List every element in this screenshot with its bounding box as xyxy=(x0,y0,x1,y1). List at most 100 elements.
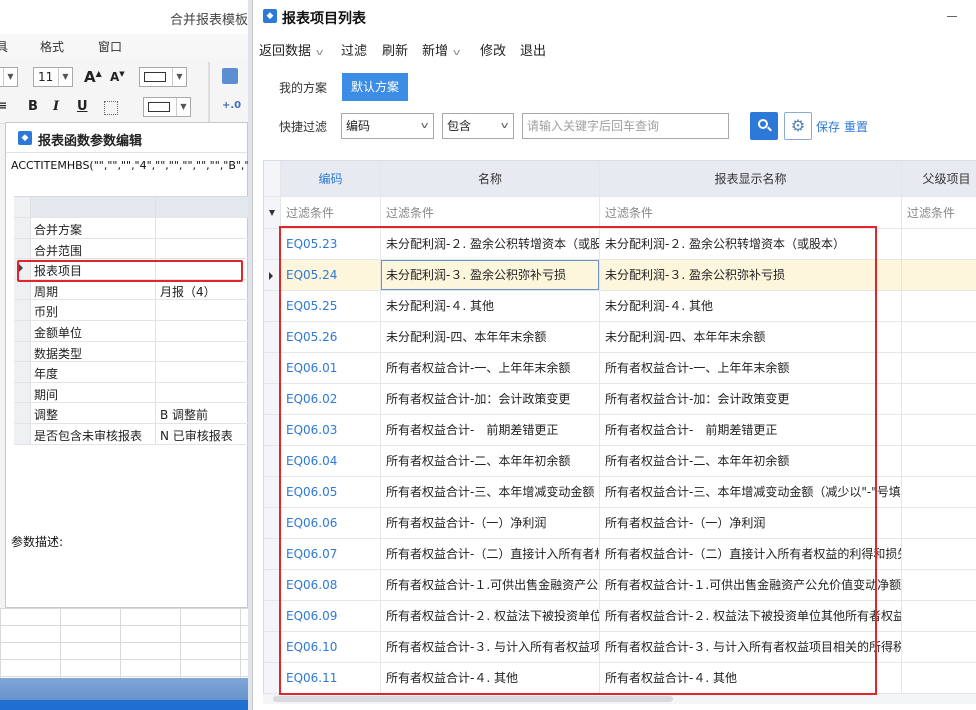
quick-filter-label: 快捷过滤 xyxy=(279,120,328,134)
font-name-select[interactable]: ▼ xyxy=(0,67,18,87)
param-row-red-highlight xyxy=(17,260,243,282)
default-scheme-button[interactable]: 默认方案 xyxy=(342,73,408,101)
save-scheme-link[interactable]: 保存 xyxy=(816,118,840,135)
format-painter-icon[interactable] xyxy=(222,68,238,84)
chevron-down-icon: v xyxy=(500,121,509,131)
cell-parent[interactable] xyxy=(902,229,976,259)
keyword-search-input[interactable] xyxy=(522,113,729,139)
scheme-row: 我的方案 默认方案 xyxy=(253,72,976,102)
ribbon-divider xyxy=(208,62,210,122)
fill-color-select[interactable]: ▼ xyxy=(143,97,191,117)
cell-parent[interactable] xyxy=(902,384,976,414)
fill-preview-icon xyxy=(148,102,170,112)
filter-settings-button[interactable]: ⚙ xyxy=(784,112,812,140)
border-style-select[interactable]: ▼ xyxy=(139,67,187,87)
bold-icon[interactable]: B xyxy=(28,99,38,114)
cell-parent[interactable] xyxy=(902,477,976,507)
italic-icon[interactable]: I xyxy=(53,99,59,114)
cell-parent[interactable] xyxy=(902,539,976,569)
chevron-down-icon: v xyxy=(452,48,461,58)
filter-funnel-icon xyxy=(269,210,275,216)
chevron-down-icon: v xyxy=(315,48,324,58)
column-header-parent[interactable]: 父级项目 xyxy=(902,161,976,196)
table-filter-row: 过滤条件 过滤条件 过滤条件 过滤条件 xyxy=(264,197,976,229)
reset-link[interactable]: 重置 xyxy=(844,118,868,135)
filter-operator-select[interactable]: 包含 v xyxy=(442,113,514,139)
add-button[interactable]: 新增 v xyxy=(422,40,461,59)
param-description-label: 参数描述: xyxy=(11,535,64,549)
my-scheme-tab[interactable]: 我的方案 xyxy=(279,79,327,96)
cell-border-icon[interactable] xyxy=(104,101,118,115)
cell-parent[interactable] xyxy=(902,570,976,600)
cell-parent[interactable] xyxy=(902,322,976,352)
horizontal-scrollbar[interactable] xyxy=(263,694,976,704)
column-header-code[interactable]: 编码 xyxy=(281,161,381,196)
param-row[interactable]: 周期 月报（4） xyxy=(14,279,249,301)
param-row[interactable]: 调整 B 调整前 xyxy=(14,403,249,424)
font-size-value: 11 xyxy=(38,70,54,84)
param-grid-header xyxy=(14,197,249,218)
column-header-display-name[interactable]: 报表显示名称 xyxy=(600,161,902,196)
refresh-button[interactable]: 刷新 xyxy=(382,40,408,59)
filter-button[interactable]: 过滤 xyxy=(341,40,367,59)
underline-icon[interactable]: U xyxy=(77,99,88,114)
param-row[interactable]: 是否包含未审核报表 N 已审核报表 xyxy=(14,423,249,445)
background-ribbon: ▼ 11 ▼ A▲ A▼ ▼ ≡ B I U ▼ +.0 xyxy=(0,58,248,124)
cell-parent[interactable] xyxy=(902,415,976,445)
column-header-name[interactable]: 名称 xyxy=(381,161,600,196)
edit-button[interactable]: 修改 xyxy=(480,40,506,59)
gear-icon: ⚙ xyxy=(790,116,806,135)
menu-item-window[interactable]: 窗口 xyxy=(98,38,122,55)
border-preview-icon xyxy=(144,72,166,82)
table-red-highlight xyxy=(279,226,877,695)
return-data-button[interactable]: 返回数据 v xyxy=(259,40,324,59)
param-row[interactable]: 期间 xyxy=(14,382,249,404)
cell-parent[interactable] xyxy=(902,353,976,383)
param-row[interactable]: 数据类型 xyxy=(14,341,249,363)
background-window-title: 合并报表模板/ xyxy=(170,13,248,28)
filter-cell-code[interactable]: 过滤条件 xyxy=(281,197,381,228)
param-row[interactable]: 合并方案 xyxy=(14,218,249,239)
cell-parent[interactable] xyxy=(902,663,976,693)
search-button[interactable] xyxy=(750,112,778,140)
minimize-icon[interactable] xyxy=(947,16,957,17)
param-row[interactable]: 金额单位 xyxy=(14,320,249,342)
filter-cell-name[interactable]: 过滤条件 xyxy=(381,197,600,228)
background-menu-bar: 具 格式 窗口 xyxy=(0,34,248,58)
menu-item-format[interactable]: 格式 xyxy=(40,38,64,55)
cell-parent[interactable] xyxy=(902,291,976,321)
align-icon[interactable]: ≡ xyxy=(0,99,7,112)
font-size-select[interactable]: 11 ▼ xyxy=(33,67,73,87)
spreadsheet-grid[interactable] xyxy=(0,608,248,678)
param-editor-titlebar: ◆ 报表函数参数编辑 xyxy=(6,123,247,153)
formula-text: ACCTITEMHBS("","","","4","","","","","",… xyxy=(11,159,268,172)
chevron-down-icon: v xyxy=(420,121,429,131)
cell-parent[interactable] xyxy=(902,446,976,476)
app-logo-icon: ◆ xyxy=(18,131,32,145)
main-dialog-titlebar: ◆ 报表项目列表 xyxy=(253,0,976,34)
cell-parent[interactable] xyxy=(902,508,976,538)
filter-cell-display-name[interactable]: 过滤条件 xyxy=(600,197,902,228)
grow-font-icon[interactable]: A▲ xyxy=(84,68,102,86)
param-row[interactable]: 币别 xyxy=(14,300,249,321)
param-row[interactable]: 合并范围 xyxy=(14,238,249,260)
param-grid: 合并方案 合并范围 报表项目 周期 月报（4） 币别 金额单位 数据类型 年度 期… xyxy=(14,196,249,445)
background-statusbar xyxy=(0,678,248,710)
decimal-icon[interactable]: +.0 xyxy=(222,100,241,111)
scrollbar-thumb[interactable] xyxy=(273,696,673,702)
background-window-titlebar: 合并报表模板/ xyxy=(0,0,248,34)
cell-parent[interactable] xyxy=(902,632,976,662)
exit-button[interactable]: 退出 xyxy=(520,40,546,59)
param-row[interactable]: 年度 xyxy=(14,362,249,383)
table-header-row: 编码 名称 报表显示名称 父级项目 xyxy=(264,161,976,197)
cell-parent[interactable] xyxy=(902,260,976,290)
app-logo-icon: ◆ xyxy=(263,9,277,23)
filter-field-select[interactable]: 编码 v xyxy=(341,113,434,139)
shrink-font-icon[interactable]: A▼ xyxy=(110,70,125,84)
cell-parent[interactable] xyxy=(902,601,976,631)
param-editor-title: 报表函数参数编辑 xyxy=(38,134,143,149)
quick-filter-row: 快捷过滤 编码v 包含v ⚙ 保存 重置 xyxy=(253,110,976,142)
main-dialog-title: 报表项目列表 xyxy=(282,11,366,27)
menu-item-tools[interactable]: 具 xyxy=(0,38,8,55)
filter-cell-parent[interactable]: 过滤条件 xyxy=(902,197,976,228)
